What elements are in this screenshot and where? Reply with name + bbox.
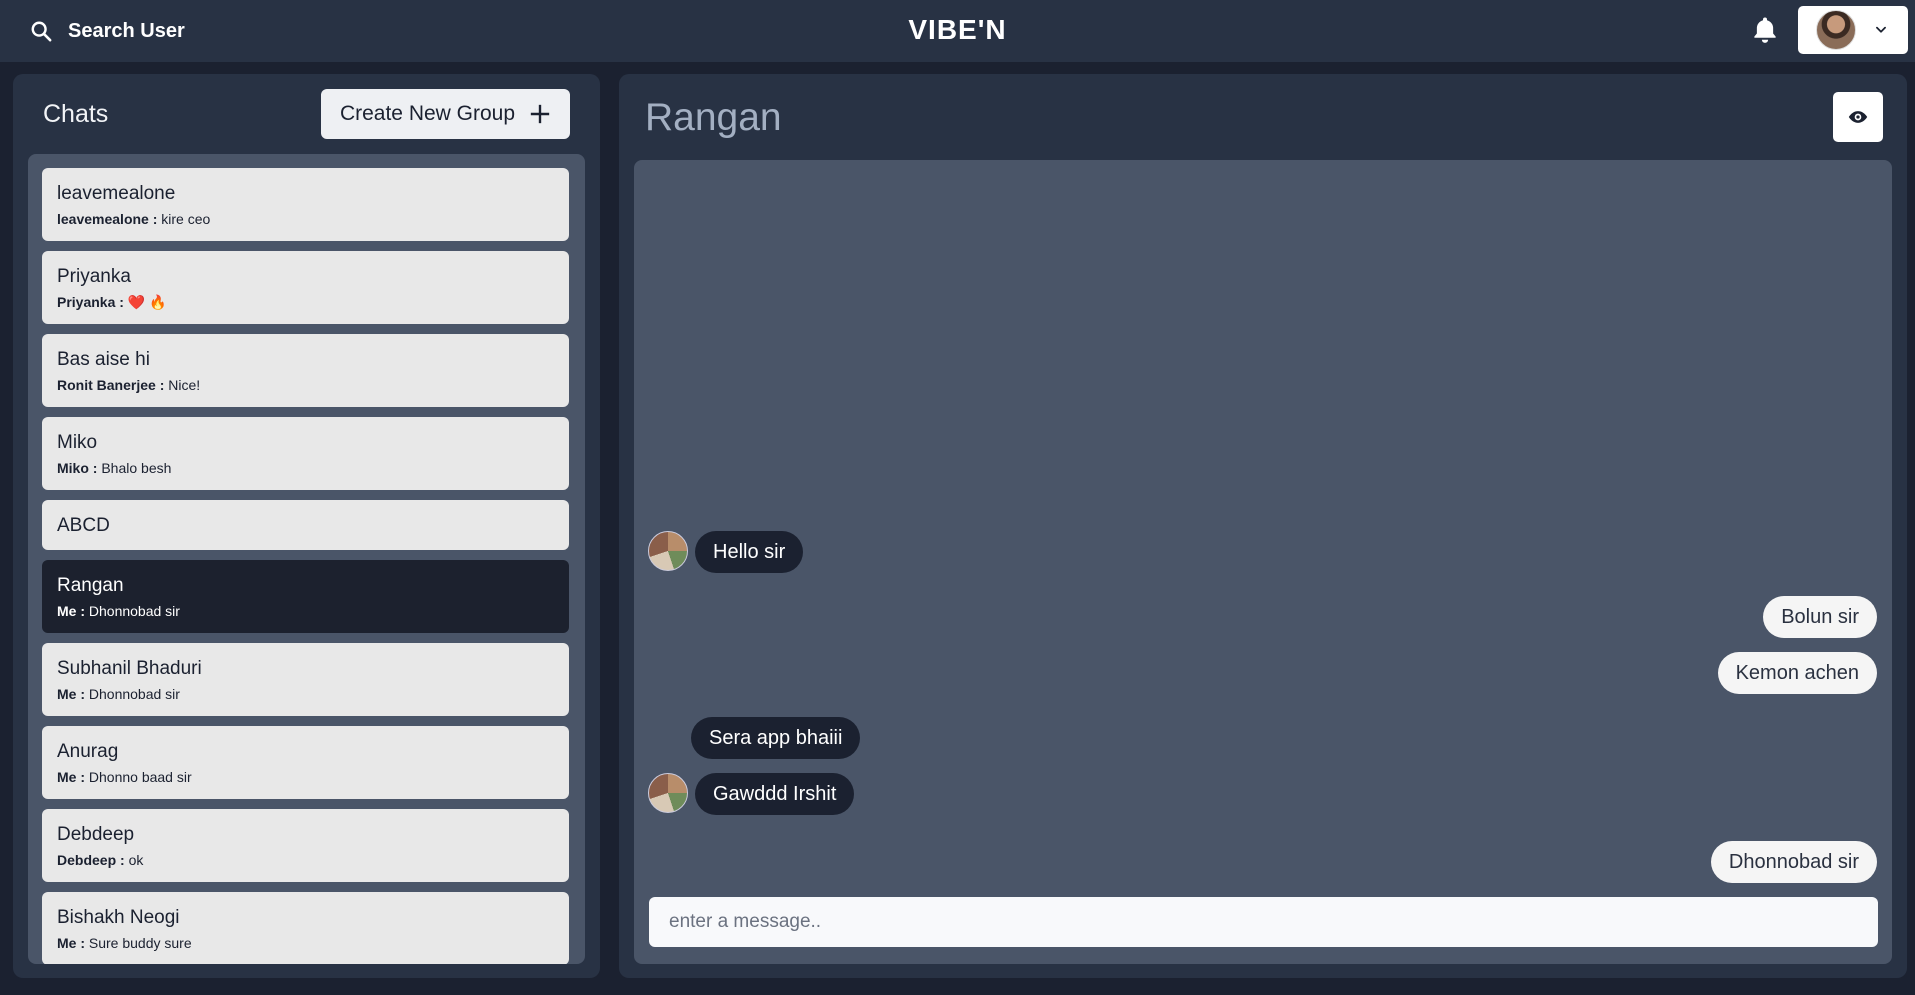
chat-latest-sender: Me : (57, 769, 85, 785)
chat-latest-sender: Debdeep : (57, 852, 125, 868)
chat-item[interactable]: Miko Miko : Bhalo besh (42, 417, 569, 490)
chat-name: Subhanil Bhaduri (57, 658, 202, 679)
chat-name: Rangan (57, 575, 124, 596)
chat-latest-sender: Me : (57, 935, 85, 951)
conversation-panel: Rangan Hello sir Bolun sir Kemon achen S… (619, 74, 1907, 978)
plus-icon (530, 104, 550, 124)
conversation-title: Rangan (645, 96, 782, 139)
chat-latest-message: Me : Dhonnobad sir (57, 603, 554, 620)
chats-panel: Chats Create New Group leavemealone leav… (13, 74, 600, 978)
chat-latest-sender: Ronit Banerjee : (57, 377, 165, 393)
avatar (1816, 10, 1856, 50)
chat-latest-text: Nice! (168, 377, 201, 393)
chat-latest-message: Ronit Banerjee : Nice! (57, 377, 554, 394)
chats-title: Chats (43, 100, 109, 128)
chat-list: leavemealone leavemealone : kire ceo Pri… (42, 168, 569, 964)
eye-icon (1848, 111, 1868, 123)
notification-bell[interactable] (1750, 15, 1780, 45)
chat-item[interactable]: Anurag Me : Dhonno baad sir (42, 726, 569, 799)
chat-item[interactable]: Priyanka Priyanka : ❤️ 🔥 (42, 251, 569, 324)
chat-latest-sender: Me : (57, 603, 85, 619)
chat-item[interactable]: Subhanil Bhaduri Me : Dhonnobad sir (42, 643, 569, 716)
create-group-label: Create New Group (339, 102, 516, 125)
message-bubble-outgoing: Bolun sir (1763, 596, 1877, 638)
chat-latest-sender: Priyanka : (57, 294, 124, 310)
chat-name: Miko (57, 432, 98, 453)
chat-name: leavemealone (57, 183, 176, 204)
chat-latest-sender: Me : (57, 686, 85, 702)
create-new-group-button[interactable]: Create New Group (321, 89, 570, 139)
chat-latest-text: ok (128, 852, 144, 868)
top-bar: Search User VIBE'N (0, 0, 1915, 62)
message-input[interactable] (649, 897, 1878, 947)
chat-item[interactable]: Debdeep Debdeep : ok (42, 809, 569, 882)
chat-latest-text: Dhonnobad sir (88, 603, 180, 619)
chat-latest-message: Priyanka : ❤️ 🔥 (57, 294, 554, 311)
chat-name: ABCD (57, 515, 110, 536)
chat-latest-text: kire ceo (161, 211, 211, 227)
chat-latest-message: Me : Sure buddy sure (57, 935, 554, 952)
chat-latest-message: leavemealone : kire ceo (57, 211, 554, 228)
chat-name: Debdeep (57, 824, 135, 845)
chat-latest-sender: leavemealone : (57, 211, 158, 227)
messages-area[interactable]: Hello sir Bolun sir Kemon achen Sera app… (634, 160, 1892, 964)
sender-avatar (648, 531, 688, 571)
chat-latest-text: Dhonnobad sir (88, 686, 180, 702)
sender-avatar (648, 773, 688, 813)
chat-latest-message: Miko : Bhalo besh (57, 460, 554, 477)
chat-latest-text: ❤️ 🔥 (127, 294, 167, 310)
view-profile-button[interactable] (1833, 92, 1883, 142)
chat-item[interactable]: leavemealone leavemealone : kire ceo (42, 168, 569, 241)
chat-latest-message: Me : Dhonnobad sir (57, 686, 554, 703)
chat-item[interactable]: Bishakh Neogi Me : Sure buddy sure (42, 892, 569, 964)
chat-name: Bishakh Neogi (57, 907, 180, 928)
chat-name: Priyanka (57, 266, 131, 287)
chat-latest-message: Debdeep : ok (57, 852, 554, 869)
chat-item[interactable]: Bas aise hi Ronit Banerjee : Nice! (42, 334, 569, 407)
message-bubble-incoming: Hello sir (695, 531, 804, 573)
chat-name: Anurag (57, 741, 119, 762)
chat-latest-text: Dhonno baad sir (88, 769, 192, 785)
message-bubble-outgoing: Dhonnobad sir (1710, 841, 1877, 883)
message-bubble-incoming: Gawddd Irshit (695, 773, 855, 815)
bell-icon (1754, 17, 1776, 43)
profile-menu-button[interactable] (1798, 6, 1908, 54)
chat-latest-sender: Miko : (57, 460, 98, 476)
chat-item[interactable]: ABCD (42, 500, 569, 550)
chat-latest-message: Me : Dhonno baad sir (57, 769, 554, 786)
message-bubble-incoming: Sera app bhaiii (691, 717, 861, 759)
chat-latest-text: Sure buddy sure (88, 935, 192, 951)
chat-name: Bas aise hi (57, 349, 150, 370)
chat-latest-text: Bhalo besh (101, 460, 172, 476)
chat-list-container[interactable]: leavemealone leavemealone : kire ceo Pri… (28, 154, 585, 964)
chevron-down-icon (1876, 26, 1886, 33)
app-title: VIBE'N (908, 14, 1007, 45)
message-bubble-outgoing: Kemon achen (1717, 652, 1877, 694)
chat-item-active[interactable]: Rangan Me : Dhonnobad sir (42, 560, 569, 633)
